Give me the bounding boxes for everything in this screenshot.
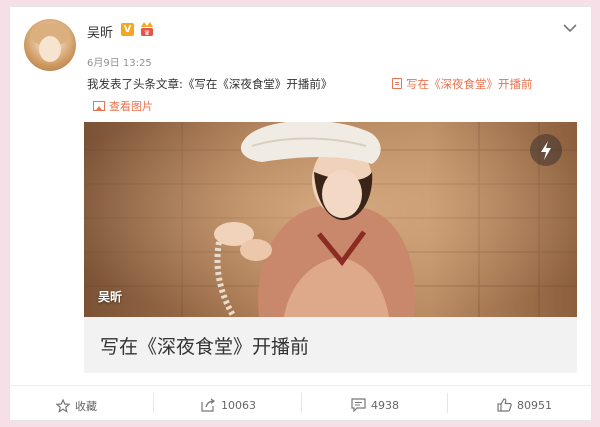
actions-divider [9,385,592,386]
repost-icon [201,398,216,412]
article-card[interactable]: 吴昕 写在《深夜食堂》开播前 [84,122,577,373]
lightning-icon [541,141,551,160]
fan-club-icon[interactable]: ♛ [139,21,156,37]
action-separator [301,393,302,413]
article-link-label: 写在《深夜食堂》开播前 [406,77,533,91]
comment-button[interactable]: 4938 [351,398,399,412]
action-separator [447,393,448,413]
user-avatar[interactable] [24,19,76,71]
favorite-button[interactable]: 收藏 [56,398,97,414]
svg-text:♛: ♛ [144,29,150,37]
verified-badge: V [121,23,134,36]
comment-icon [351,398,366,412]
repost-count: 10063 [221,398,256,412]
username[interactable]: 吴昕 [87,22,113,41]
article-cover-image [84,122,577,317]
post-timestamp[interactable]: 6月9日 13:25 [87,54,152,69]
view-images-link[interactable]: 查看图片 [93,98,153,114]
article-link[interactable]: 写在《深夜食堂》开播前 [392,76,533,92]
avatar-face [39,36,61,62]
repost-button[interactable]: 10063 [201,398,256,412]
thumbs-up-icon [497,398,512,412]
article-title[interactable]: 写在《深夜食堂》开播前 [100,332,309,359]
cover-author-label: 吴昕 [98,290,123,304]
view-images-label: 查看图片 [109,100,153,113]
lightning-button[interactable] [530,134,562,166]
like-button[interactable]: 80951 [497,398,552,412]
star-icon [56,399,70,413]
like-count: 80951 [517,398,552,412]
favorite-label: 收藏 [75,400,97,413]
image-icon [93,101,105,111]
action-separator [153,393,154,413]
post-text: 我发表了头条文章:《写在《深夜食堂》开播前》 [87,77,333,91]
chevron-down-icon[interactable] [563,23,577,33]
comment-count: 4938 [371,398,399,412]
article-icon [392,78,402,89]
